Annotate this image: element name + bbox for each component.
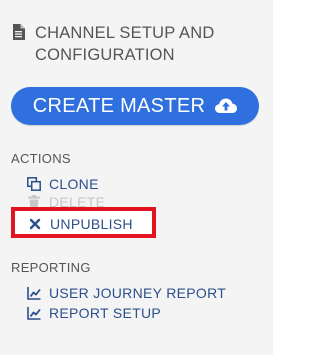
report-setup-label: REPORT SETUP bbox=[49, 305, 161, 321]
document-icon bbox=[13, 24, 25, 40]
unpublish-action[interactable]: UNPUBLISH bbox=[28, 216, 133, 232]
create-master-label: CREATE MASTER bbox=[32, 94, 206, 117]
sidebar-panel: CHANNEL SETUP AND CONFIGURATION CREATE M… bbox=[0, 0, 273, 355]
actions-section-label: ACTIONS bbox=[11, 151, 71, 166]
clone-icon bbox=[27, 177, 41, 191]
page-title: CHANNEL SETUP AND CONFIGURATION bbox=[35, 24, 215, 64]
user-journey-report-label: USER JOURNEY REPORT bbox=[49, 285, 227, 301]
line-chart-icon bbox=[27, 307, 41, 320]
report-setup-link[interactable]: REPORT SETUP bbox=[27, 305, 161, 321]
create-master-button[interactable]: CREATE MASTER bbox=[11, 87, 259, 125]
panel-header: CHANNEL SETUP AND CONFIGURATION bbox=[12, 22, 262, 66]
unpublish-label: UNPUBLISH bbox=[50, 216, 133, 232]
user-journey-report-link[interactable]: USER JOURNEY REPORT bbox=[27, 285, 226, 301]
clone-label: CLONE bbox=[49, 176, 99, 192]
clone-action[interactable]: CLONE bbox=[27, 176, 99, 192]
reporting-section-label: REPORTING bbox=[11, 260, 91, 275]
cloud-upload-icon bbox=[215, 98, 238, 113]
close-icon bbox=[29, 218, 41, 230]
line-chart-icon bbox=[27, 287, 41, 300]
